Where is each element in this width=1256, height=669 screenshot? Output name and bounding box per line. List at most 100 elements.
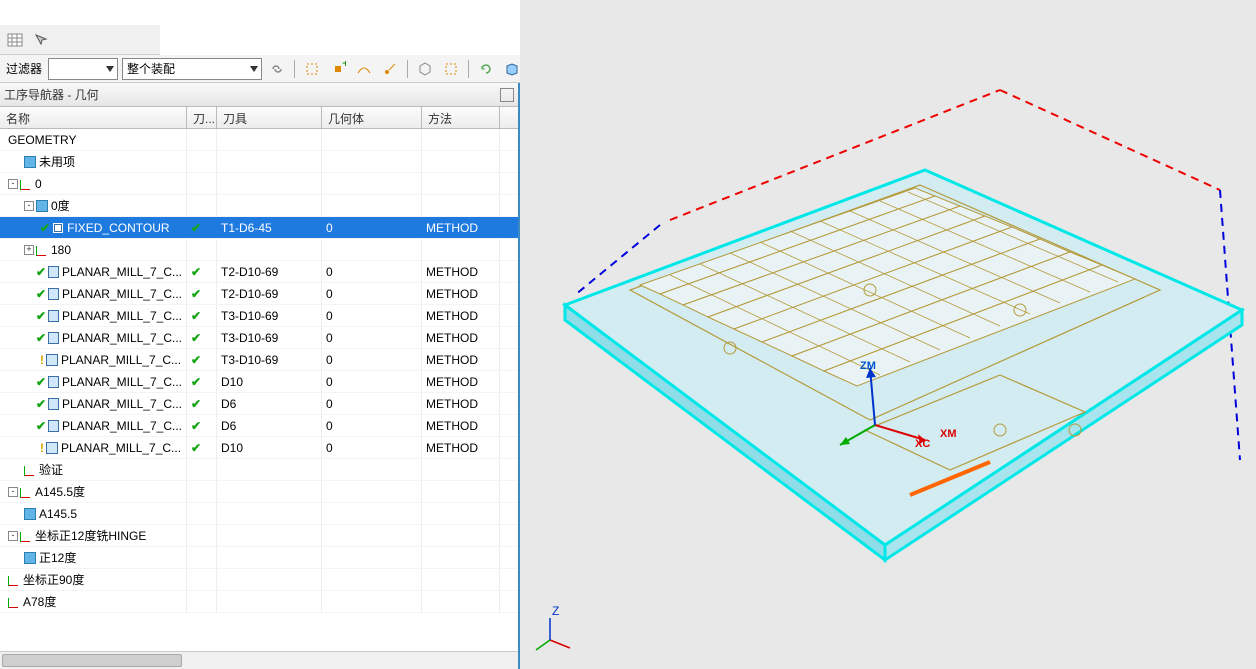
cell-method: METHOD [422, 415, 500, 436]
column-tool[interactable]: 刀具 [217, 107, 322, 128]
tree-row[interactable]: A78度 [0, 591, 518, 613]
tree-row[interactable]: 验证 [0, 459, 518, 481]
tree-row[interactable]: 未用项 [0, 151, 518, 173]
coord-icon [20, 178, 32, 190]
cell-tool: T3-D10-69 [217, 305, 322, 326]
3d-viewport[interactable]: Z XC XM ZM [520, 0, 1256, 669]
status-warn-icon: ! [40, 353, 44, 367]
expand-toggle[interactable]: - [24, 201, 34, 211]
cell-tool: T2-D10-69 [217, 283, 322, 304]
row-name: PLANAR_MILL_7_C... [61, 441, 181, 455]
tree-row[interactable]: -0度 [0, 195, 518, 217]
expand-toggle[interactable]: - [8, 531, 18, 541]
cell-geom [322, 195, 422, 216]
cell-geom [322, 151, 422, 172]
tree-row[interactable]: -0 [0, 173, 518, 195]
cell-tool: T1-D6-45 [217, 217, 322, 238]
select-icon[interactable] [301, 58, 323, 80]
tree-row[interactable]: !PLANAR_MILL_7_C...✔D100METHOD [0, 437, 518, 459]
expand-toggle[interactable]: + [24, 245, 34, 255]
operation-icon [48, 332, 59, 344]
row-name: 验证 [39, 461, 63, 478]
arrow-tool-icon[interactable] [30, 29, 52, 51]
filter-combo[interactable] [48, 58, 118, 80]
row-name: 0 [35, 177, 42, 191]
curve-icon[interactable] [353, 58, 375, 80]
operation-icon [46, 442, 58, 454]
row-name: PLANAR_MILL_7_C... [62, 397, 182, 411]
status-check-icon: ✔ [36, 287, 46, 301]
tree-row[interactable]: ✔PLANAR_MILL_7_C...✔D60METHOD [0, 415, 518, 437]
scrollbar-thumb[interactable] [2, 654, 182, 667]
tree-row[interactable]: A145.5 [0, 503, 518, 525]
cell-geom [322, 173, 422, 194]
cube-icon [24, 552, 36, 564]
cell-geom [322, 591, 422, 612]
cell-method: METHOD [422, 349, 500, 370]
panel-title: 工序导航器 - 几何 [4, 86, 99, 103]
marquee-icon[interactable] [440, 58, 462, 80]
cell-method: METHOD [422, 217, 500, 238]
model-svg: Z [520, 0, 1256, 669]
expand-toggle[interactable]: - [8, 179, 18, 189]
row-name: FIXED_CONTOUR [67, 221, 169, 235]
operation-icon [48, 288, 59, 300]
tree-row[interactable]: -坐标正12度铣HINGE [0, 525, 518, 547]
tree-row[interactable]: ✔PLANAR_MILL_7_C...✔T3-D10-690METHOD [0, 327, 518, 349]
tree-row[interactable]: ✔PLANAR_MILL_7_C...✔T2-D10-690METHOD [0, 283, 518, 305]
point-icon[interactable] [379, 58, 401, 80]
coord-icon [8, 574, 20, 586]
track-check-icon: ✔ [191, 353, 201, 367]
track-check-icon: ✔ [191, 375, 201, 389]
track-check-icon: ✔ [191, 441, 201, 455]
refresh-icon[interactable] [475, 58, 497, 80]
assembly-combo[interactable]: 整个装配 [122, 58, 262, 80]
tree-row[interactable]: ✔PLANAR_MILL_7_C...✔D60METHOD [0, 393, 518, 415]
cell-tool [217, 525, 322, 546]
hex-icon[interactable] [414, 58, 436, 80]
pin-icon[interactable] [500, 88, 514, 102]
cell-method [422, 129, 500, 150]
cell-method [422, 591, 500, 612]
secondary-toolbar [0, 25, 160, 55]
cell-method [422, 569, 500, 590]
tree-row[interactable]: ✔FIXED_CONTOUR✔T1-D6-450METHOD [0, 217, 518, 239]
filter-label: 过滤器 [4, 60, 44, 77]
status-check-icon: ✔ [36, 265, 46, 279]
separator [407, 60, 408, 78]
tree-row[interactable]: GEOMETRY [0, 129, 518, 151]
tree-row[interactable]: ✔PLANAR_MILL_7_C...✔T3-D10-690METHOD [0, 305, 518, 327]
tree-row[interactable]: ✔PLANAR_MILL_7_C...✔D100METHOD [0, 371, 518, 393]
row-name: 180 [51, 243, 71, 257]
tree-row[interactable]: 坐标正90度 [0, 569, 518, 591]
row-name: PLANAR_MILL_7_C... [62, 375, 182, 389]
expand-toggle[interactable]: - [8, 487, 18, 497]
cell-method [422, 459, 500, 480]
tree-row[interactable]: ✔PLANAR_MILL_7_C...✔T2-D10-690METHOD [0, 261, 518, 283]
tree-row[interactable]: -A145.5度 [0, 481, 518, 503]
horizontal-scrollbar[interactable] [0, 651, 518, 669]
column-geom[interactable]: 几何体 [322, 107, 422, 128]
axis-xm-label: XM [940, 428, 957, 440]
column-track[interactable]: 刀... [187, 107, 217, 128]
operation-icon [52, 222, 64, 234]
cell-tool: D10 [217, 371, 322, 392]
cell-geom: 0 [322, 415, 422, 436]
track-check-icon: ✔ [191, 309, 201, 323]
column-method[interactable]: 方法 [422, 107, 500, 128]
tree-row[interactable]: +180 [0, 239, 518, 261]
cell-method: METHOD [422, 327, 500, 348]
tree-row[interactable]: !PLANAR_MILL_7_C...✔T3-D10-690METHOD [0, 349, 518, 371]
separator [294, 60, 295, 78]
tree-row[interactable]: 正12度 [0, 547, 518, 569]
svg-text:+: + [342, 61, 346, 70]
cell-geom: 0 [322, 261, 422, 282]
cell-tool [217, 239, 322, 260]
point-add-icon[interactable]: + [327, 58, 349, 80]
cell-tool [217, 569, 322, 590]
cell-tool: D6 [217, 393, 322, 414]
link-icon[interactable] [266, 58, 288, 80]
tree-body[interactable]: GEOMETRY未用项-0-0度✔FIXED_CONTOUR✔T1-D6-450… [0, 129, 518, 669]
column-name[interactable]: 名称 [0, 107, 187, 128]
table-icon[interactable] [4, 29, 26, 51]
